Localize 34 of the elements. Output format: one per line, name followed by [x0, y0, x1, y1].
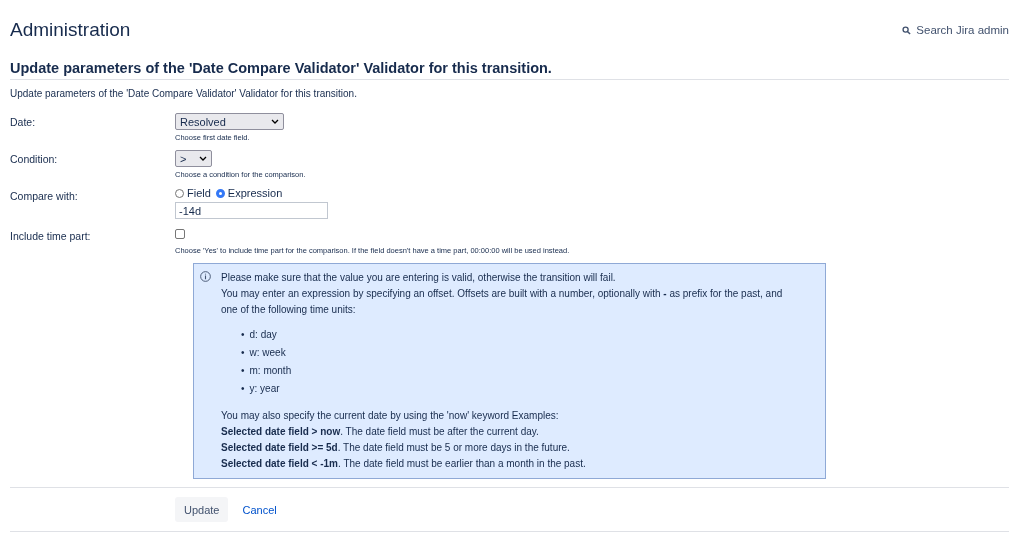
field-label: Compare with: — [10, 189, 79, 204]
example-text: Selected date field < -1m. The date field must be earlier than a month in the past. — [221, 457, 587, 471]
chevron-down-icon — [271, 119, 279, 124]
cancel-link[interactable]: Cancel — [242, 503, 277, 516]
select-field[interactable]: Resolved — [175, 113, 284, 130]
field-label: Condition: — [10, 152, 59, 167]
checkbox[interactable] — [175, 229, 185, 239]
expression-field[interactable]: -14d — [175, 202, 328, 219]
search-link[interactable]: Search Jira admin — [902, 24, 1009, 36]
bullet-mark: • — [241, 364, 245, 378]
radio-option[interactable]: Expression — [215, 187, 283, 199]
example-text: Selected date field > now. The date field must be after the current day. — [221, 425, 540, 439]
radio-option[interactable]: Field — [175, 187, 211, 199]
field-label: Include time part: — [10, 229, 92, 244]
unit-item: w: week — [249, 346, 286, 360]
info-text: You may also specify the current date by using the 'now' keyword Examples: — [221, 409, 560, 423]
unit-item: m: month — [249, 364, 292, 378]
page-title: Administration — [10, 19, 131, 41]
update-button[interactable]: Update — [175, 497, 229, 522]
unit-item: y: year — [249, 382, 280, 396]
description-text: Update parameters of the 'Date Compare Validator' Validator for this transition. — [10, 88, 358, 99]
bullet-mark: • — [241, 346, 245, 360]
bullet-mark: • — [241, 328, 245, 342]
info-text: Please make sure that the value you are entering is valid, otherwise the transition will fail. — [221, 271, 617, 285]
section-heading: Update parameters of the 'Date Compare Validator' Validator for this transition. — [10, 60, 1009, 80]
chevron-down-icon — [199, 156, 207, 161]
unit-item: d: day — [249, 328, 277, 342]
field-label: Date: — [10, 115, 37, 130]
bullet-mark: • — [241, 382, 245, 396]
info-text: You may enter an expression by specifying an offset. Offsets are built with a number, optionally with - as prefix for the past, and one of the following time units: — [221, 287, 784, 317]
example-text: Selected date field >= 5d. The date field must be 5 or more days in the future. — [221, 441, 571, 455]
info-icon — [200, 271, 211, 282]
select-field[interactable]: > — [175, 150, 212, 167]
search-icon — [902, 25, 912, 35]
